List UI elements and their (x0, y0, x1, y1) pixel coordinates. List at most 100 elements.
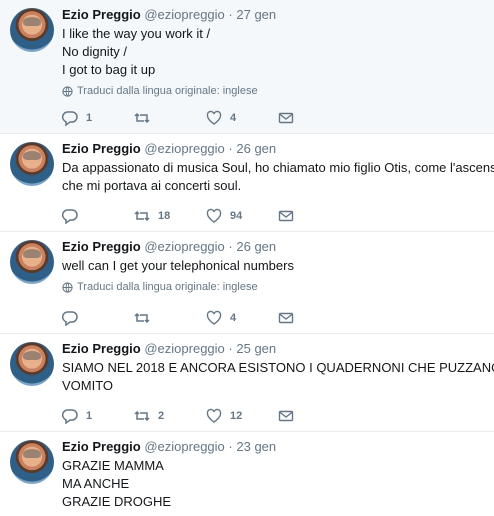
heart-icon (206, 408, 222, 423)
retweet-button[interactable] (134, 110, 206, 126)
envelope-icon (278, 112, 294, 124)
reply-count: 1 (86, 112, 93, 124)
tweet-content: Ezio Preggio @eziopreggio · 25 gen SIAMO… (62, 340, 494, 395)
separator: · (228, 341, 233, 356)
author-name[interactable]: Ezio Preggio (62, 239, 141, 254)
globe-icon (62, 281, 73, 293)
tweet-text-line: No dignity / (62, 44, 128, 59)
tweet-text: Da appassionato di musica Soul, ho chiam… (62, 159, 494, 195)
tweet-text: well can I get your telephonical numbers (62, 257, 490, 275)
author-handle[interactable]: @eziopreggio (144, 141, 224, 156)
retweet-count: 2 (158, 410, 165, 422)
retweet-icon (134, 210, 150, 222)
tweet[interactable]: Ezio Preggio @eziopreggio · 25 gen SIAMO… (0, 334, 494, 432)
avatar[interactable] (10, 8, 54, 52)
tweet-text-line: I like the way you work it / (62, 26, 211, 41)
envelope-icon (278, 312, 294, 324)
like-count: 94 (230, 210, 243, 222)
reply-button[interactable] (62, 310, 134, 326)
timestamp[interactable]: 26 gen (236, 239, 276, 254)
like-count: 4 (230, 112, 237, 124)
tweet-text-line: Da appassionato di musica Soul, ho chiam… (62, 160, 494, 175)
heart-icon (206, 110, 222, 125)
retweet-button[interactable]: 18 (134, 208, 206, 224)
separator: · (228, 439, 233, 454)
reply-icon (62, 209, 78, 224)
reply-button[interactable]: 1 (62, 110, 134, 126)
retweet-button[interactable] (134, 310, 206, 326)
tweet-text-line: che mi portava ai concerti soul. (62, 178, 242, 193)
like-count: 4 (230, 312, 237, 324)
timestamp[interactable]: 23 gen (236, 439, 276, 454)
tweet-text: SIAMO NEL 2018 E ANCORA ESISTONO I QUADE… (62, 359, 494, 395)
avatar[interactable] (10, 240, 54, 284)
tweet-content: Ezio Preggio @eziopreggio · 23 gen GRAZI… (62, 438, 490, 511)
author-name[interactable]: Ezio Preggio (62, 439, 141, 454)
tweet[interactable]: Ezio Preggio @eziopreggio · 26 gen well … (0, 232, 494, 334)
retweet-count: 18 (158, 210, 171, 222)
reply-count: 1 (86, 410, 93, 422)
timestamp[interactable]: 27 gen (236, 7, 276, 22)
author-name[interactable]: Ezio Preggio (62, 7, 141, 22)
tweet-header: Ezio Preggio @eziopreggio · 25 gen (62, 340, 490, 357)
author-handle[interactable]: @eziopreggio (144, 7, 224, 22)
tweet-header: Ezio Preggio @eziopreggio · 27 gen (62, 6, 490, 23)
tweet-text-line: MA ANCHE (62, 476, 130, 491)
translate-label: Traduci dalla lingua originale: inglese (77, 85, 258, 97)
timestamp[interactable]: 25 gen (236, 341, 276, 356)
heart-icon (206, 310, 222, 325)
timeline: Ezio Preggio @eziopreggio · 27 gen I lik… (0, 0, 494, 516)
tweet[interactable]: Ezio Preggio @eziopreggio · 26 gen Da ap… (0, 134, 494, 232)
envelope-icon (278, 410, 294, 422)
tweet-text-line: I got to bag it up (62, 62, 156, 77)
retweet-icon (134, 410, 150, 422)
tweet-header: Ezio Preggio @eziopreggio · 23 gen (62, 438, 490, 455)
separator: · (228, 7, 233, 22)
author-name[interactable]: Ezio Preggio (62, 341, 141, 356)
like-button[interactable]: 4 (206, 110, 278, 126)
reply-button[interactable]: 1 (62, 408, 134, 424)
author-handle[interactable]: @eziopreggio (144, 439, 224, 454)
tweet-actions: 1 4 (62, 108, 302, 128)
retweet-icon (134, 112, 150, 124)
retweet-icon (134, 312, 150, 324)
author-handle[interactable]: @eziopreggio (144, 239, 224, 254)
tweet[interactable]: Ezio Preggio @eziopreggio · 27 gen I lik… (0, 0, 494, 134)
tweet-actions: 18 94 (62, 206, 302, 226)
tweet-content: Ezio Preggio @eziopreggio · 27 gen I lik… (62, 6, 490, 97)
reply-icon (62, 111, 78, 126)
message-button[interactable] (278, 110, 302, 126)
reply-button[interactable] (62, 208, 134, 224)
tweet-text: GRAZIE MAMMA MA ANCHE GRAZIE DROGHE (62, 457, 490, 511)
reply-icon (62, 409, 78, 424)
timestamp[interactable]: 26 gen (236, 141, 276, 156)
reply-icon (62, 311, 78, 326)
tweet-actions: 4 (62, 308, 302, 328)
message-button[interactable] (278, 408, 302, 424)
tweet-header: Ezio Preggio @eziopreggio · 26 gen (62, 238, 490, 255)
like-button[interactable]: 4 (206, 310, 278, 326)
like-button[interactable]: 12 (206, 408, 278, 424)
heart-icon (206, 208, 222, 223)
avatar[interactable] (10, 342, 54, 386)
retweet-button[interactable]: 2 (134, 408, 206, 424)
envelope-icon (278, 210, 294, 222)
author-name[interactable]: Ezio Preggio (62, 141, 141, 156)
message-button[interactable] (278, 208, 302, 224)
tweet-content: Ezio Preggio @eziopreggio · 26 gen Da ap… (62, 140, 494, 195)
translate-link[interactable]: Traduci dalla lingua originale: inglese (62, 281, 490, 293)
message-button[interactable] (278, 310, 302, 326)
like-button[interactable]: 94 (206, 208, 278, 224)
avatar[interactable] (10, 142, 54, 186)
tweet-text-line: VOMITO (62, 378, 114, 393)
tweet-text: I like the way you work it / No dignity … (62, 25, 490, 79)
tweet-actions: 1 2 12 (62, 406, 302, 426)
tweet-text-line: GRAZIE MAMMA (62, 458, 164, 473)
translate-link[interactable]: Traduci dalla lingua originale: inglese (62, 85, 490, 97)
tweet[interactable]: Ezio Preggio @eziopreggio · 23 gen GRAZI… (0, 432, 494, 516)
translate-label: Traduci dalla lingua originale: inglese (77, 281, 258, 293)
tweet-text-line: SIAMO NEL 2018 E ANCORA ESISTONO I QUADE… (62, 360, 494, 375)
avatar[interactable] (10, 440, 54, 484)
author-handle[interactable]: @eziopreggio (144, 341, 224, 356)
separator: · (228, 239, 233, 254)
